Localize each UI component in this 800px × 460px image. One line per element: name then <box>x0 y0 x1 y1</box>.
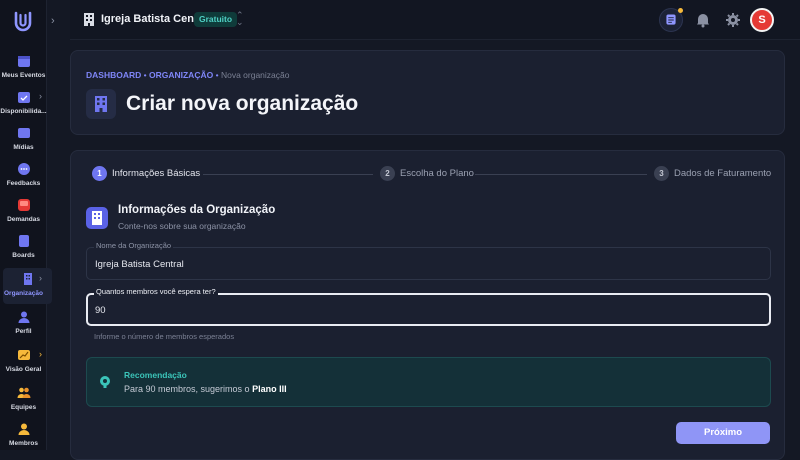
sidebar-item-label: Membros <box>9 440 38 447</box>
building-icon <box>92 211 102 225</box>
calendar-check-icon <box>17 92 30 103</box>
sidebar-item-label: Demandas <box>7 216 40 223</box>
sidebar-item-label: Equipes <box>10 404 37 411</box>
sidebar: Meus Eventos › Disponibilida... Mídias F… <box>0 0 52 450</box>
step-number: 3 <box>654 166 669 181</box>
recommendation-text: Para 90 membros, sugerimos o Plano III <box>124 384 287 394</box>
app-logo-icon[interactable] <box>11 10 35 34</box>
step-connector <box>203 174 373 175</box>
recommendation-box: Recomendação Para 90 membros, sugerimos … <box>86 357 771 407</box>
title-icon-box <box>86 89 116 119</box>
building-icon <box>84 13 94 26</box>
breadcrumb-separator: • <box>215 70 219 80</box>
sidebar-item-visao-geral[interactable]: › Visão Geral <box>0 344 47 380</box>
building-icon <box>23 273 32 285</box>
page-title: Criar nova organização <box>126 92 359 115</box>
avatar[interactable]: S <box>750 8 774 32</box>
building-icon <box>95 96 107 112</box>
plan-badge: Gratuito <box>194 12 238 27</box>
chat-bubble-icon <box>17 163 30 175</box>
sidebar-item-equipes[interactable]: Equipes <box>0 382 47 418</box>
sidebar-item-organizacao[interactable]: › Organização <box>3 268 52 304</box>
sidebar-item-feedbacks[interactable]: Feedbacks <box>0 158 47 194</box>
step-connector <box>475 174 647 175</box>
field-label: Quantos membros você espera ter? <box>94 287 218 296</box>
sidebar-item-label: Organização <box>3 290 43 297</box>
user-icon <box>18 311 29 323</box>
field-value[interactable]: Igreja Batista Central <box>95 259 184 270</box>
members-count-field[interactable]: Quantos membros você espera ter? 90 <box>86 287 771 326</box>
sidebar-item-boards[interactable]: Boards <box>0 230 47 266</box>
sidebar-item-label: Boards <box>12 252 35 259</box>
inbox-icon <box>17 199 30 211</box>
settings-button[interactable] <box>721 8 745 32</box>
board-icon <box>18 235 29 247</box>
breadcrumb-separator: • <box>143 70 147 80</box>
lightbulb-icon <box>100 376 110 388</box>
sidebar-item-label: Meus Eventos <box>1 72 46 79</box>
chart-icon <box>17 350 30 360</box>
step-label: Dados de Faturamento <box>674 168 772 179</box>
bell-icon <box>697 14 709 28</box>
next-button[interactable]: Próximo <box>676 422 770 444</box>
member-icon <box>18 423 29 435</box>
calendar-icon <box>17 56 30 67</box>
sidebar-toggle-icon[interactable]: › <box>51 14 61 28</box>
recommendation-title: Recomendação <box>124 370 187 380</box>
chevron-right-icon: › <box>39 91 42 101</box>
breadcrumb-current: Nova organização <box>220 70 290 80</box>
step-number: 2 <box>380 166 395 181</box>
page-header: DASHBOARD • ORGANIZAÇÃO • Nova organizaç… <box>70 50 785 135</box>
sidebar-item-label: Disponibilida... <box>0 108 47 115</box>
org-name-field[interactable]: Nome da Organização Igreja Batista Centr… <box>86 241 771 280</box>
section-title: Informações da Organização <box>118 204 276 216</box>
step-label: Escolha do Plano <box>400 168 474 179</box>
topbar: Igreja Batista Central Gratuito ⌃ ⌄ S <box>70 0 800 40</box>
sidebar-item-label: Perfil <box>15 328 32 335</box>
notification-dot <box>678 8 683 13</box>
sidebar-item-disponibilidade[interactable]: › Disponibilida... <box>0 86 47 122</box>
sidebar-item-label: Mídias <box>13 144 34 151</box>
gear-icon <box>726 13 740 27</box>
chevron-right-icon: › <box>39 349 42 359</box>
members-helper-text: Informe o número de membros esperados <box>94 332 235 341</box>
breadcrumb-organizacao[interactable]: ORGANIZAÇÃO <box>149 70 213 80</box>
step-number: 1 <box>92 166 107 181</box>
tasks-button[interactable] <box>659 8 683 32</box>
sidebar-item-perfil[interactable]: Perfil <box>0 306 47 342</box>
sidebar-item-midias[interactable]: Mídias <box>0 122 47 158</box>
chevron-right-icon: › <box>39 273 42 283</box>
sidebar-item-label: Visão Geral <box>5 366 42 373</box>
sidebar-item-label: Feedbacks <box>6 180 41 187</box>
chevron-updown-icon[interactable]: ⌃ ⌄ <box>236 11 244 27</box>
field-value[interactable]: 90 <box>95 305 106 316</box>
sidebar-item-demandas[interactable]: Demandas <box>0 194 47 230</box>
team-icon <box>17 387 30 398</box>
section-subtitle: Conte-nos sobre sua organização <box>118 221 246 231</box>
sidebar-item-meus-eventos[interactable]: Meus Eventos <box>0 50 47 86</box>
section-icon-box <box>86 207 108 229</box>
form-card: 1 Informações Básicas 2 Escolha do Plano… <box>70 150 785 460</box>
media-icon <box>17 128 30 138</box>
sidebar-item-membros[interactable]: Membros <box>0 418 47 454</box>
notifications-button[interactable] <box>691 8 715 32</box>
recommendation-prefix: Para 90 membros, sugerimos o <box>124 384 253 394</box>
field-label: Nome da Organização <box>94 241 174 250</box>
breadcrumb: DASHBOARD • ORGANIZAÇÃO • Nova organizaç… <box>86 70 289 80</box>
recommended-plan: Plano III <box>252 384 287 394</box>
step-label: Informações Básicas <box>112 168 201 179</box>
breadcrumb-dashboard[interactable]: DASHBOARD <box>86 70 141 80</box>
